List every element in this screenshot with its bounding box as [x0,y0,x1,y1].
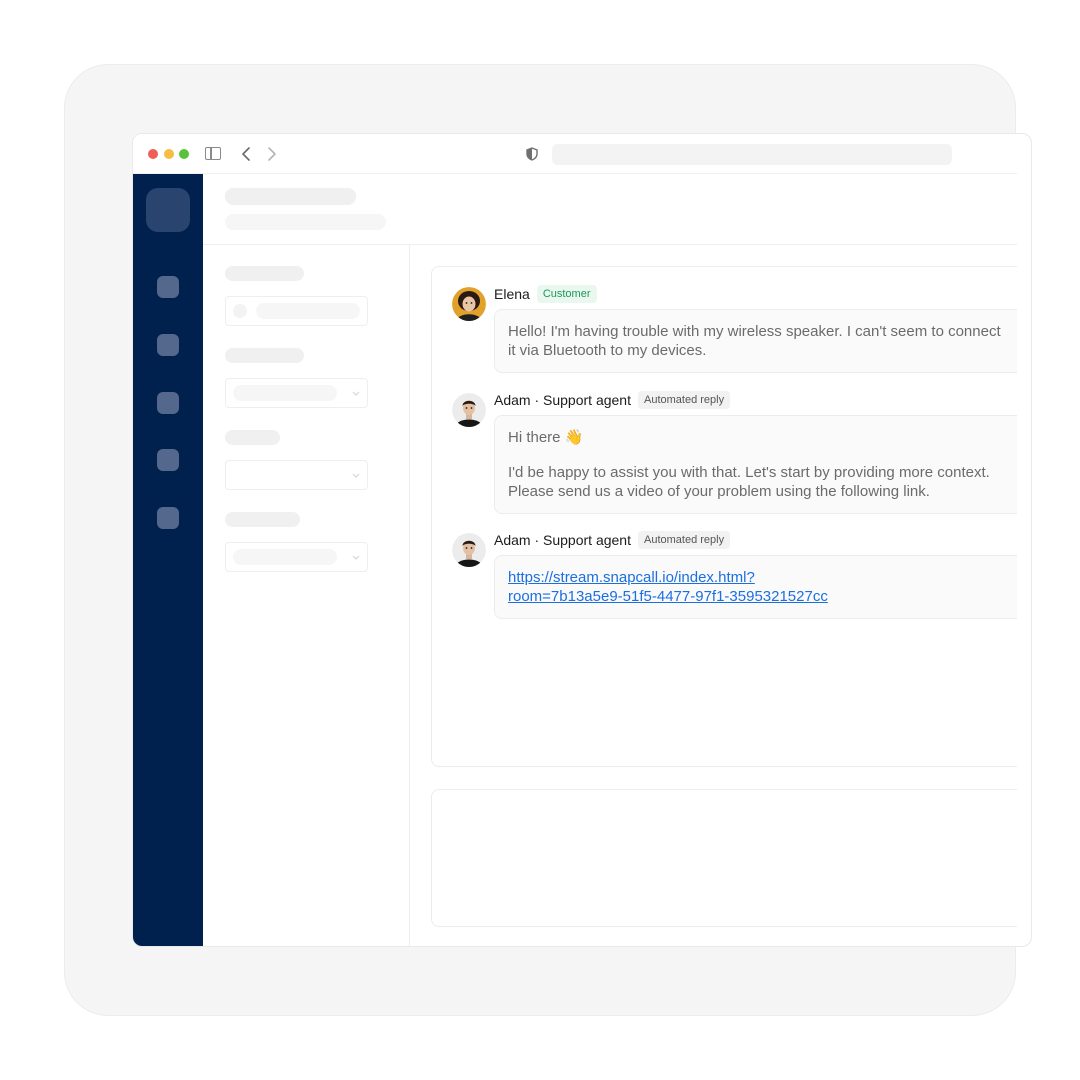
avatar-elena [452,287,486,321]
input-skeleton [233,549,337,565]
search-field-skeleton[interactable] [225,296,368,326]
reply-composer[interactable] [431,789,1017,927]
app-logo-placeholder[interactable] [146,188,190,232]
chevron-down-icon [352,391,360,396]
message-author: Adam · Support agent [494,532,631,548]
title-bar [133,134,1017,174]
video-link[interactable]: https://stream.snapcall.io/index.html? r… [508,569,828,605]
message-meta: Elena Customer [494,285,597,303]
sidebar-toggle-icon[interactable] [205,147,221,160]
message-text-line: Hello! I'm having trouble with my wirele… [508,323,1001,340]
message-greeting: Hi there 👋 [508,429,584,446]
conversation-panel: Elena Customer Hello! I'm having trouble… [431,266,1017,767]
app-navigation-rail [133,174,203,946]
rail-item-1[interactable] [157,276,179,298]
link-line: https://stream.snapcall.io/index.html? [508,569,755,586]
select-field-skeleton[interactable] [225,460,368,490]
message-text-line: it via Bluetooth to my devices. [508,342,707,359]
rail-item-5[interactable] [157,507,179,529]
avatar-adam [452,393,486,427]
close-window-button[interactable] [148,149,158,159]
chevron-left-icon[interactable] [237,143,257,165]
title-skeleton [225,188,356,205]
details-panel-placeholder [203,245,410,946]
chevron-down-icon [352,555,360,560]
field-label-skeleton [225,348,304,363]
field-label-skeleton [225,430,280,445]
avatar-adam [452,533,486,567]
automated-reply-badge: Automated reply [637,531,731,549]
shield-icon[interactable] [525,147,539,161]
page-header-placeholder [203,174,1017,245]
browser-viewport: Elena Customer Hello! I'm having trouble… [133,134,1017,946]
message-meta: Adam · Support agent Automated reply [494,531,731,549]
input-skeleton [233,385,337,401]
rail-item-4[interactable] [157,449,179,471]
automated-reply-badge: Automated reply [637,391,731,409]
field-label-skeleton [225,266,304,281]
field-label-skeleton [225,512,300,527]
message-author: Adam · Support agent [494,392,631,408]
chevron-down-icon [352,473,360,478]
link-line: room=7b13a5e9-51f5-4477-97f1-3595321527c… [508,588,828,605]
message-bubble: https://stream.snapcall.io/index.html? r… [494,555,1017,619]
message-meta: Adam · Support agent Automated reply [494,391,731,409]
message-text-line: Please send us a video of your problem u… [508,483,930,500]
maximize-window-button[interactable] [179,149,189,159]
minimize-window-button[interactable] [164,149,174,159]
search-icon [233,304,247,318]
input-skeleton [256,303,360,319]
rail-item-2[interactable] [157,334,179,356]
subtitle-skeleton [225,214,386,230]
select-field-skeleton[interactable] [225,378,368,408]
message-author: Elena [494,286,530,302]
address-bar[interactable] [552,144,952,165]
customer-badge: Customer [536,285,597,303]
message-bubble: Hi there 👋 I'd be happy to assist you wi… [494,415,1017,514]
browser-window: Elena Customer Hello! I'm having trouble… [132,133,1032,947]
message-text-line: I'd be happy to assist you with that. Le… [508,464,990,481]
select-field-skeleton[interactable] [225,542,368,572]
message-bubble: Hello! I'm having trouble with my wirele… [494,309,1017,373]
rail-item-3[interactable] [157,392,179,414]
chevron-right-icon[interactable] [261,143,281,165]
